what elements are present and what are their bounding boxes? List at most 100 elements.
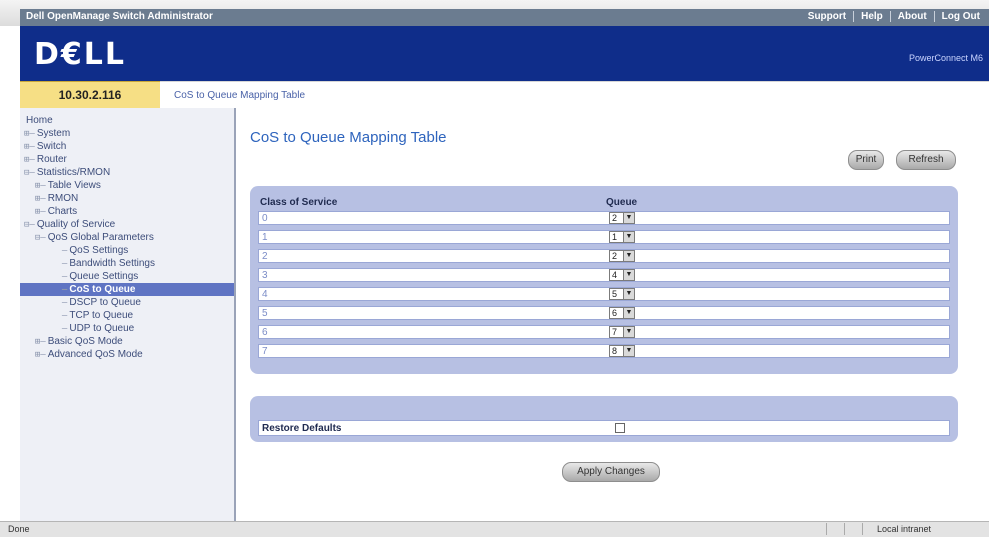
sidebar-item-label: Table Views [47, 180, 101, 191]
sidebar-item[interactable]: ⊞— Switch [20, 140, 234, 153]
queue-select[interactable]: 2 ▼ [609, 250, 635, 262]
col-header-queue: Queue [606, 197, 638, 208]
print-button[interactable]: Print [848, 150, 884, 170]
page-title: CoS to Queue Mapping Table [250, 129, 447, 146]
table-row: 2 2 ▼ [258, 249, 950, 263]
sidebar-item[interactable]: ⊞— Advanced QoS Mode [20, 348, 234, 361]
cos-value: 7 [262, 346, 268, 357]
sidebar-item[interactable]: ⊟— Statistics/RMON [20, 166, 234, 179]
breadcrumb-text: CoS to Queue Mapping Table [174, 90, 306, 101]
restore-defaults-row: Restore Defaults [258, 420, 950, 436]
apply-changes-button[interactable]: Apply Changes [562, 462, 660, 482]
table-row: 7 8 ▼ [258, 344, 950, 358]
queue-select[interactable]: 4 ▼ [609, 269, 635, 281]
chevron-down-icon[interactable]: ▼ [623, 232, 634, 242]
sidebar-item[interactable]: — Queue Settings [20, 270, 234, 283]
status-bar: Done Local intranet [0, 521, 989, 537]
sidebar-item-label: UDP to Queue [69, 323, 135, 334]
main-content: CoS to Queue Mapping Table Print Refresh… [236, 108, 989, 521]
table-row: 3 4 ▼ [258, 268, 950, 282]
queue-select[interactable]: 1 ▼ [609, 231, 635, 243]
security-zone: Local intranet [862, 523, 982, 535]
sidebar-item-label: Quality of Service [36, 219, 116, 230]
chevron-down-icon[interactable]: ▼ [623, 251, 634, 261]
status-divider [844, 523, 845, 535]
restore-defaults-checkbox[interactable] [615, 423, 625, 433]
sidebar-item[interactable]: ⊞— Table Views [20, 179, 234, 192]
sidebar-item[interactable]: Home [20, 114, 234, 127]
queue-value: 1 [612, 232, 618, 242]
sidebar-item[interactable]: — TCP to Queue [20, 309, 234, 322]
sidebar-item-label: Home [26, 115, 53, 126]
sidebar-item[interactable]: ⊞— Router [20, 153, 234, 166]
sidebar-item-label: Switch [36, 141, 67, 152]
restore-panel: Restore Defaults [250, 396, 958, 442]
app-title: Dell OpenManage Switch Administrator [26, 11, 213, 22]
sidebar-item-label: RMON [47, 193, 79, 204]
sidebar-item[interactable]: ⊟— Quality of Service [20, 218, 234, 231]
queue-value: 6 [612, 308, 618, 318]
table-row: 4 5 ▼ [258, 287, 950, 301]
support-link[interactable]: Support [801, 11, 853, 22]
cos-value: 5 [262, 308, 268, 319]
sidebar-item-label: QoS Global Parameters [47, 232, 154, 243]
restore-defaults-label: Restore Defaults [262, 423, 342, 434]
sidebar-item[interactable]: ⊞— System [20, 127, 234, 140]
sidebar-item-label: TCP to Queue [69, 310, 134, 321]
queue-value: 2 [612, 251, 618, 261]
sidebar-item[interactable]: ⊟— QoS Global Parameters [20, 231, 234, 244]
logout-link[interactable]: Log Out [933, 11, 987, 22]
cos-value: 1 [262, 232, 268, 243]
chevron-down-icon[interactable]: ▼ [623, 308, 634, 318]
help-link[interactable]: Help [853, 11, 890, 22]
queue-value: 8 [612, 346, 618, 356]
sidebar-item-label: Bandwidth Settings [69, 258, 155, 269]
header-links: Support Help About Log Out [801, 11, 987, 22]
queue-value: 7 [612, 327, 618, 337]
queue-value: 5 [612, 289, 618, 299]
about-link[interactable]: About [889, 11, 934, 22]
queue-select[interactable]: 5 ▼ [609, 288, 635, 300]
col-header-cos: Class of Service [260, 197, 338, 208]
chevron-down-icon[interactable]: ▼ [623, 327, 634, 337]
sidebar-item-label: CoS to Queue [69, 284, 136, 295]
sidebar-item[interactable]: — QoS Settings [20, 244, 234, 257]
sidebar-item[interactable]: — Bandwidth Settings [20, 257, 234, 270]
queue-select[interactable]: 7 ▼ [609, 326, 635, 338]
table-row: 0 2 ▼ [258, 211, 950, 225]
chevron-down-icon[interactable]: ▼ [623, 270, 634, 280]
refresh-button[interactable]: Refresh [896, 150, 956, 170]
queue-select[interactable]: 2 ▼ [609, 212, 635, 224]
cos-value: 0 [262, 213, 268, 224]
product-name: PowerConnect M6 [908, 53, 983, 63]
device-ip: 10.30.2.116 [20, 81, 160, 108]
status-text: Done [8, 524, 30, 534]
sidebar-item[interactable]: ⊞— Charts [20, 205, 234, 218]
status-divider [826, 523, 827, 535]
sidebar-item[interactable]: — DSCP to Queue [20, 296, 234, 309]
tree-connector[interactable]: ⊞— [20, 349, 46, 362]
sidebar-item-label: DSCP to Queue [69, 297, 141, 308]
cos-value: 2 [262, 251, 268, 262]
breadcrumb: CoS to Queue Mapping Table [160, 81, 989, 109]
mapping-table: Class of Service Queue 0 2 ▼ 1 1 ▼ 2 2 ▼ 3 4 ▼ 4 5 ▼ 5 6… [250, 186, 958, 374]
sidebar-item[interactable]: ⊞— RMON [20, 192, 234, 205]
cos-value: 6 [262, 327, 268, 338]
brand-banner: D€LL PowerConnect M6 [20, 26, 989, 81]
sidebar-item[interactable]: — UDP to Queue [20, 322, 234, 335]
table-row: 5 6 ▼ [258, 306, 950, 320]
sidebar-item[interactable]: — CoS to Queue [20, 283, 234, 296]
chevron-down-icon[interactable]: ▼ [623, 213, 634, 223]
chevron-down-icon[interactable]: ▼ [623, 346, 634, 356]
queue-value: 2 [612, 213, 618, 223]
queue-select[interactable]: 8 ▼ [609, 345, 635, 357]
table-row: 6 7 ▼ [258, 325, 950, 339]
chevron-down-icon[interactable]: ▼ [623, 289, 634, 299]
table-row: 1 1 ▼ [258, 230, 950, 244]
queue-select[interactable]: 6 ▼ [609, 307, 635, 319]
sidebar-item-label: Router [36, 154, 67, 165]
queue-value: 4 [612, 270, 618, 280]
sidebar-item-label: QoS Settings [69, 245, 129, 256]
sidebar-item-label: Basic QoS Mode [47, 336, 123, 347]
sidebar-item[interactable]: ⊞— Basic QoS Mode [20, 335, 234, 348]
